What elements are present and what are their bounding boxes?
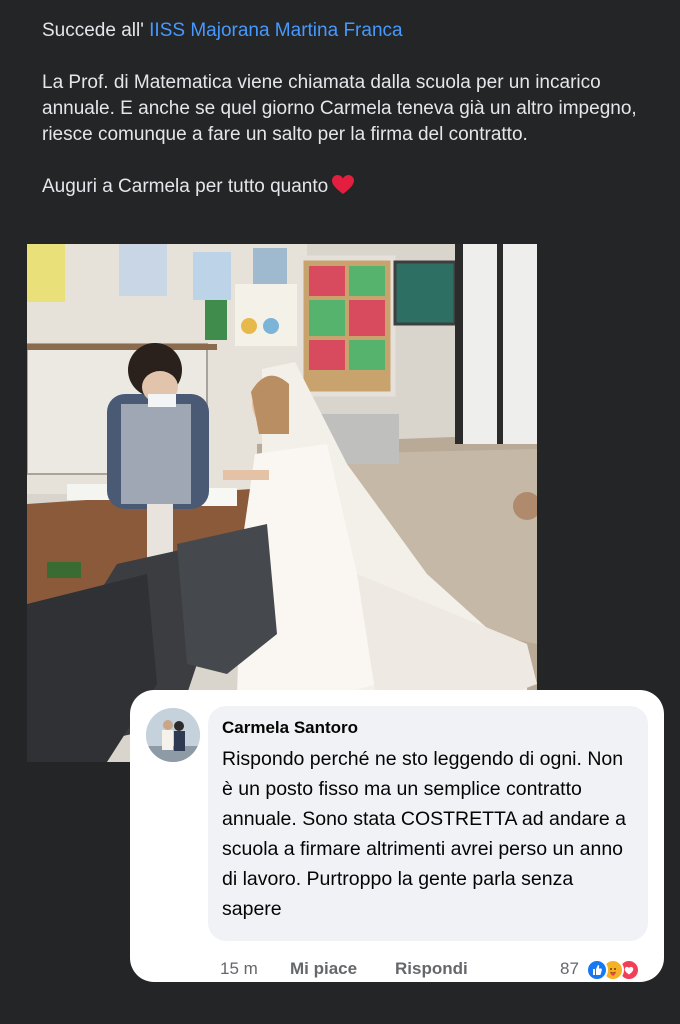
comment-timestamp[interactable]: 15 m (220, 959, 258, 979)
comment-text: Rispondo perché ne sto leggendo di ogni.… (222, 748, 626, 920)
comment-actions: 15 m Mi piace Rispondi 87 (220, 956, 650, 981)
post-paragraph-3: Auguri a Carmela per tutto quanto (42, 174, 642, 200)
reaction-count[interactable]: 87 (560, 959, 579, 979)
post-line-1: Succede all' IISS Majorana Martina Franc… (42, 18, 642, 44)
reply-button[interactable]: Rispondi (395, 959, 468, 979)
post-text: Succede all' IISS Majorana Martina Franc… (42, 18, 642, 226)
like-icon (586, 959, 608, 981)
comment-bubble: Carmela Santoro Rispondo perché ne sto l… (208, 706, 648, 941)
post-line-1-prefix: Succede all' (42, 20, 150, 41)
post-photo[interactable] (27, 244, 537, 762)
post-paragraph-2: La Prof. di Matematica viene chiamata da… (42, 72, 637, 145)
avatar[interactable] (146, 708, 200, 762)
post-paragraph-3-text: Auguri a Carmela per tutto quanto (42, 176, 329, 197)
comment-author[interactable]: Carmela Santoro (222, 718, 358, 738)
heart-icon (332, 175, 355, 195)
comment-card: Carmela Santoro Rispondo perché ne sto l… (130, 690, 664, 982)
school-link[interactable]: IISS Majorana Martina Franca (149, 20, 402, 41)
like-button[interactable]: Mi piace (290, 959, 357, 979)
reactions-group[interactable] (586, 956, 650, 981)
